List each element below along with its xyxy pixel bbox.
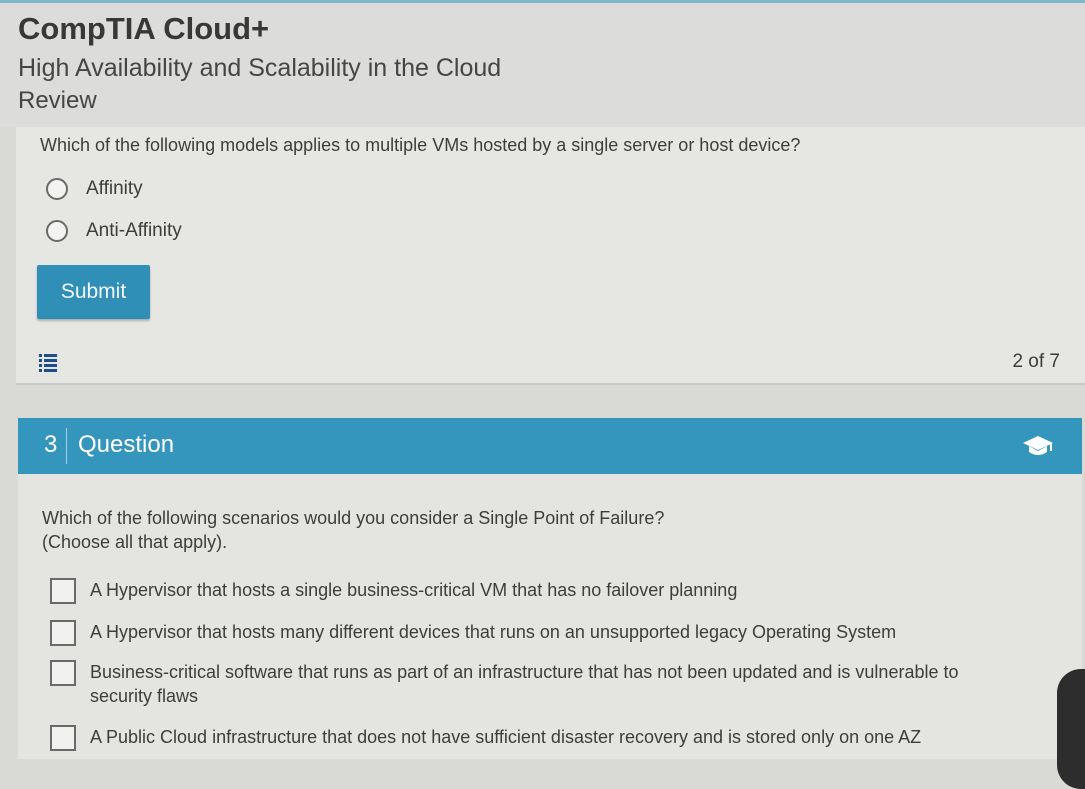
radio-option-label: Affinity (86, 178, 143, 199)
checkbox-option-label: A Public Cloud infrastructure that does … (90, 727, 922, 747)
checkbox[interactable] (50, 620, 76, 646)
checkbox-option-label: Business-critical software that runs as … (90, 662, 959, 706)
radio-button[interactable] (46, 178, 68, 200)
radio-option-label: Anti-Affinity (86, 220, 182, 241)
corner-shadow (1057, 669, 1085, 789)
header-divider (66, 428, 67, 464)
graduation-cap-icon (1023, 436, 1053, 455)
checkbox-option-2[interactable]: A Hypervisor that hosts many different d… (50, 620, 1010, 646)
checkbox-option-label: A Hypervisor that hosts a single busines… (90, 580, 738, 600)
course-title: CompTIA Cloud+ (18, 11, 270, 46)
question-3-text: Which of the following scenarios would y… (42, 508, 665, 528)
question-2-text: Which of the following models applies to… (40, 135, 801, 155)
section-title: Review (18, 87, 97, 114)
checkbox[interactable] (50, 660, 76, 686)
question-3-instruction: (Choose all that apply). (42, 532, 228, 552)
submit-button[interactable]: Submit (37, 265, 150, 319)
question-number: 3 (44, 431, 58, 458)
question-progress: 2 of 7 (1012, 351, 1060, 372)
checkbox-option-label: A Hypervisor that hosts many different d… (90, 622, 897, 642)
checkbox-option-3[interactable]: Business-critical software that runs as … (50, 660, 1010, 708)
question-2-card: Which of the following models applies to… (16, 127, 1085, 385)
radio-button[interactable] (46, 220, 68, 242)
course-header: CompTIA Cloud+ High Availability and Sca… (0, 3, 1085, 127)
radio-option-affinity[interactable]: Affinity (46, 178, 143, 200)
question-label: Question (78, 431, 175, 458)
module-title: High Availability and Scalability in the… (18, 54, 502, 82)
checkbox[interactable] (50, 725, 76, 751)
list-icon[interactable] (39, 353, 57, 373)
checkbox[interactable] (50, 578, 76, 604)
question-3-card: Which of the following scenarios would y… (18, 474, 1082, 759)
question-3-header: 3 Question (18, 418, 1082, 474)
checkbox-option-1[interactable]: A Hypervisor that hosts a single busines… (50, 578, 1010, 604)
checkbox-option-4[interactable]: A Public Cloud infrastructure that does … (50, 725, 1010, 751)
radio-option-anti-affinity[interactable]: Anti-Affinity (46, 220, 182, 242)
